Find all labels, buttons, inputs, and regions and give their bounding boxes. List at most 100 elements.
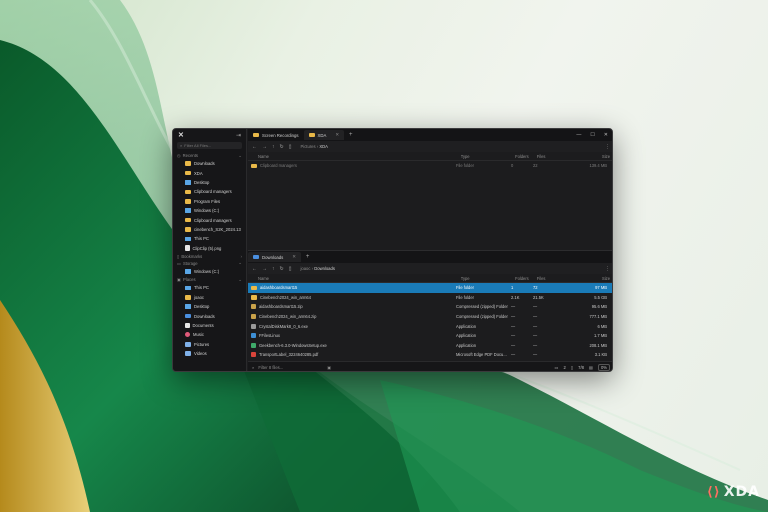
- collapse-sidebar-icon[interactable]: ⇥: [236, 132, 241, 139]
- sidebar-item-label: joaoc: [194, 294, 205, 300]
- zoom-level[interactable]: 0%: [597, 364, 610, 371]
- folder-count: —: [511, 352, 516, 358]
- folder-icon: [185, 227, 191, 232]
- music-icon: [185, 332, 190, 338]
- sidebar-item[interactable]: cinebench_S2K_2024.13: [173, 225, 246, 234]
- breadcrumb-item[interactable]: Pictures: [300, 144, 315, 149]
- breadcrumb-item[interactable]: Downloads: [314, 266, 335, 271]
- new-tab-button[interactable]: +: [344, 132, 358, 138]
- sidebar-item[interactable]: Desktop: [173, 302, 246, 311]
- bookmark-icon[interactable]: ▯: [289, 266, 292, 272]
- table-row[interactable]: aidashboardsmart15.zip Compressed (zippe…: [248, 302, 612, 312]
- more-options-icon[interactable]: ⋮: [605, 144, 610, 150]
- breadcrumb[interactable]: joaoc › Downloads: [300, 266, 334, 271]
- up-arrow-icon[interactable]: ↑: [272, 266, 275, 272]
- layout-icon[interactable]: ▤: [589, 365, 593, 370]
- column-type[interactable]: Type: [461, 154, 515, 159]
- close-window-button[interactable]: ✕: [604, 132, 608, 138]
- sidebar-item[interactable]: Documents: [173, 321, 246, 330]
- sidebar-item[interactable]: Clipboard managers: [173, 215, 246, 224]
- maximize-button[interactable]: ☐: [590, 132, 594, 138]
- storage-label: Storage: [182, 260, 198, 266]
- sidebar-item[interactable]: Videos: [173, 349, 246, 358]
- sidebar-item[interactable]: Windows (C:): [173, 267, 246, 276]
- refresh-icon[interactable]: ↻: [280, 266, 284, 272]
- file-type: File folder: [456, 163, 474, 169]
- column-name[interactable]: Name: [258, 154, 461, 159]
- column-files[interactable]: Files: [537, 154, 559, 159]
- bookmarks-label: Bookmarks: [181, 253, 203, 259]
- desktop-icon: [185, 304, 191, 310]
- bookmarks-section-header[interactable]: ▯ Bookmarks ›: [173, 253, 246, 260]
- sidebar-item-label: Pictures: [194, 341, 210, 347]
- sidebar-item[interactable]: ClipClip (5).png: [173, 244, 246, 253]
- storage-icon: ▭: [177, 260, 181, 266]
- column-folders[interactable]: Folders: [515, 154, 537, 159]
- sidebar-item[interactable]: Program Files: [173, 197, 246, 206]
- table-row[interactable]: aidashboardsmart15 File folder 1 72 97 M…: [248, 283, 612, 293]
- back-arrow-icon[interactable]: ←: [252, 266, 257, 272]
- drive-icon: [185, 269, 191, 274]
- pane-filter-input[interactable]: Filter 8 files...: [258, 365, 283, 370]
- breadcrumb-item[interactable]: joaoc: [300, 266, 310, 271]
- table-row[interactable]: TransportLabel_3224640285.pdf Microsoft …: [248, 350, 612, 360]
- back-arrow-icon[interactable]: ←: [252, 144, 257, 150]
- file-type: File folder: [456, 294, 474, 300]
- forward-arrow-icon[interactable]: →: [262, 266, 267, 272]
- sidebar-item[interactable]: Windows (C:): [173, 206, 246, 215]
- sidebar-item[interactable]: Clipboard managers: [173, 187, 246, 196]
- sidebar-filter-input[interactable]: ⌕ Filter All Files...: [177, 142, 242, 149]
- column-type[interactable]: Type: [461, 276, 515, 281]
- column-files[interactable]: Files: [537, 276, 559, 281]
- sidebar-item-label: Clipboard managers: [194, 217, 232, 223]
- bookmark-icon[interactable]: ▯: [289, 144, 292, 150]
- close-tab-icon[interactable]: ✕: [335, 132, 339, 138]
- breadcrumb-item[interactable]: XDA: [319, 144, 328, 149]
- table-row[interactable]: Geekbench-6.3.0-WindowsSetup.exe Applica…: [248, 341, 612, 351]
- column-size[interactable]: Size: [559, 276, 610, 281]
- column-folders[interactable]: Folders: [515, 276, 537, 281]
- app-icon: [251, 323, 256, 329]
- sidebar-item[interactable]: Downloads: [173, 311, 246, 320]
- table-row[interactable]: Cinebench2024_win_arm64 File folder 2.1K…: [248, 293, 612, 303]
- top-column-header: Name Type Folders Files Size: [248, 152, 612, 161]
- sidebar-item[interactable]: Downloads: [173, 159, 246, 168]
- minimize-button[interactable]: —: [576, 132, 581, 138]
- filter-toggle-icon[interactable]: ▣: [327, 365, 331, 370]
- more-options-icon[interactable]: ⋮: [605, 266, 610, 272]
- sidebar-item[interactable]: joaoc: [173, 293, 246, 302]
- sidebar-item[interactable]: Desktop: [173, 178, 246, 187]
- xda-logo-icon: ⟨⟩: [706, 484, 721, 500]
- breadcrumb[interactable]: Pictures › XDA: [300, 144, 328, 149]
- tab-downloads[interactable]: Downloads ✕: [248, 252, 301, 262]
- sidebar-item[interactable]: This PC: [173, 283, 246, 292]
- file-size: 97 MB: [595, 285, 607, 291]
- table-row[interactable]: Cinebench2024_win_arm64.zip Compressed (…: [248, 312, 612, 322]
- chevron-right-icon: ›: [240, 253, 243, 259]
- tab-screen-recordings[interactable]: Screen Recordings: [248, 130, 304, 140]
- column-size[interactable]: Size: [559, 154, 610, 159]
- chevron-down-icon: ⌄: [238, 260, 242, 266]
- forward-arrow-icon[interactable]: →: [262, 144, 267, 150]
- recents-section-header[interactable]: ◷ Recents ⌄: [173, 152, 246, 159]
- sidebar-item[interactable]: XDA: [173, 168, 246, 177]
- places-icon: ▣: [177, 277, 181, 283]
- up-arrow-icon[interactable]: ↑: [272, 144, 275, 150]
- sidebar-item[interactable]: Music: [173, 330, 246, 339]
- close-tab-icon[interactable]: ✕: [292, 254, 296, 260]
- table-row[interactable]: FFilesLinux Application — — 1.7 MB: [248, 331, 612, 341]
- column-name[interactable]: Name: [258, 276, 461, 281]
- tab-xda[interactable]: XDA ✕: [303, 130, 344, 140]
- new-tab-button[interactable]: +: [301, 254, 315, 260]
- places-section-header[interactable]: ▣ Places ⌄: [173, 276, 246, 283]
- folder-icon: [185, 198, 191, 204]
- file-count: —: [533, 304, 538, 310]
- sidebar-item-label: Program Files: [194, 198, 221, 204]
- folder-count: 0: [511, 163, 514, 169]
- table-row[interactable]: Clipboard managers File folder 0 22 139.…: [248, 161, 612, 171]
- storage-section-header[interactable]: ▭ Storage ⌄: [173, 260, 246, 267]
- sidebar-item[interactable]: Pictures: [173, 340, 246, 349]
- refresh-icon[interactable]: ↻: [280, 144, 284, 150]
- table-row[interactable]: CrystalDiskMark8_0_6.exe Application — —…: [248, 321, 612, 331]
- sidebar-item[interactable]: This PC: [173, 234, 246, 243]
